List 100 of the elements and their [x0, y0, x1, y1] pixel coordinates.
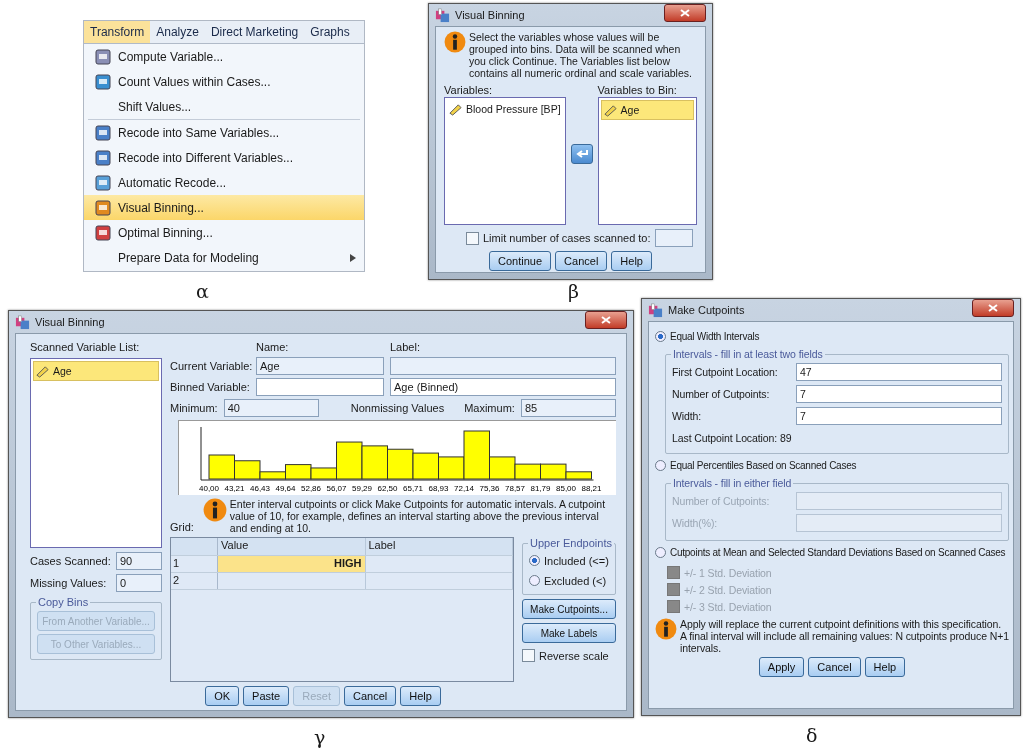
window-title: Make Cutpoints	[668, 304, 746, 316]
checkbox[interactable]	[522, 649, 535, 662]
field-label: Number of Cutpoints:	[672, 494, 771, 508]
app-icon	[648, 302, 663, 318]
menu-item[interactable]: Recode into Different Variables...	[84, 145, 364, 170]
dialog-button[interactable]: Make Cutpoints...	[522, 599, 616, 619]
field-label: Cases Scanned:	[30, 554, 111, 568]
radio-button[interactable]	[529, 575, 540, 586]
info-text: Enter interval cutpoints or click Make Cutpoints for automatic intervals. A cutpoint value of 10, for example, defines an interval starting above the previous interval and ending at 10.	[229, 498, 607, 534]
dialog-button[interactable]: Help	[611, 251, 652, 271]
ruler-icon	[36, 364, 49, 378]
axis-label: 68,93	[428, 484, 449, 493]
input-field[interactable]: 7	[796, 385, 1002, 403]
menu-item[interactable]: Optimal Binning...	[84, 220, 364, 245]
dialog-button[interactable]: Make Labels	[522, 623, 616, 643]
dialog-button[interactable]: Help	[864, 657, 906, 677]
menu-item[interactable]: Automatic Recode...	[84, 170, 364, 195]
menu-item[interactable]: Visual Binning...	[84, 195, 364, 220]
tool-icon	[95, 149, 111, 166]
close-button[interactable]	[585, 311, 627, 329]
ruler-icon	[603, 103, 617, 117]
axis-label: 40,00	[199, 484, 219, 493]
radio-label: Equal Percentiles Based on Scanned Cases	[670, 458, 857, 473]
input-field[interactable]: 7	[796, 407, 1002, 425]
figure-caption: α	[196, 280, 209, 302]
input-field[interactable]: 40	[223, 399, 319, 417]
list-item[interactable]: Age	[600, 100, 694, 120]
checkbox[interactable]	[466, 231, 479, 245]
dialog-button[interactable]: Help	[400, 686, 441, 706]
input-field[interactable]: 0	[116, 574, 162, 592]
figure-caption: γ	[314, 726, 326, 748]
menu-item[interactable]: Recode into Same Variables...	[84, 120, 364, 145]
checkbox-label: Reverse scale	[539, 648, 609, 663]
list-item[interactable]: Blood Pressure [BP]	[447, 100, 563, 118]
group-title: Intervals - fill in either field	[671, 476, 794, 490]
app-icon	[435, 7, 450, 23]
menu-item[interactable]: Prepare Data for Modeling	[84, 245, 364, 270]
input-field[interactable]: Age (Binned)	[390, 378, 616, 396]
axis-label: 78,57	[505, 484, 525, 493]
submenu-arrow-icon	[350, 253, 356, 262]
input-field[interactable]	[256, 378, 384, 396]
list-label: Variables to Bin:	[597, 83, 678, 97]
radio-button[interactable]	[529, 555, 540, 566]
group-title: Intervals - fill in at least two fields	[671, 347, 825, 361]
histogram-bar	[208, 454, 235, 480]
axis-label: 75,36	[479, 484, 500, 493]
variable-list[interactable]: Age	[597, 97, 697, 225]
radio-label: Equal Width Intervals	[670, 329, 760, 344]
menu-item[interactable]: Shift Values...	[84, 94, 364, 119]
list-label: Scanned Variable List:	[30, 340, 141, 354]
close-icon	[988, 304, 998, 312]
field-label: Number of Cutpoints:	[672, 387, 771, 401]
axis-label: 72,14	[454, 484, 474, 493]
field-label: Current Variable:	[170, 359, 250, 373]
input-field[interactable]	[390, 357, 616, 375]
input-field[interactable]: 47	[796, 363, 1002, 381]
close-button[interactable]	[972, 299, 1014, 317]
axis-label: 65,71	[403, 484, 423, 493]
info-icon	[202, 498, 227, 522]
axis-label: 85,00	[556, 484, 576, 493]
figure-caption: δ	[806, 724, 818, 746]
menu-bar-item[interactable]: Analyze	[150, 21, 205, 43]
radio-label: Excluded (<)	[544, 573, 607, 588]
dialog-button[interactable]: Paste	[243, 686, 290, 706]
menu-item[interactable]: Count Values within Cases...	[84, 69, 364, 94]
input-field[interactable]: 85	[520, 399, 616, 417]
axis-label: 46,43	[250, 484, 270, 493]
input-field[interactable]: Age	[256, 357, 384, 375]
histogram-bar	[412, 452, 439, 480]
input-field[interactable]	[654, 229, 693, 247]
radio-label: Included (<=)	[544, 553, 609, 568]
axis-label: 49,64	[275, 484, 296, 493]
dialog-button[interactable]: Cancel	[343, 686, 397, 706]
window-title: Visual Binning	[455, 9, 526, 21]
tool-icon	[95, 199, 111, 216]
variable-list[interactable]: Blood Pressure [BP]	[444, 97, 566, 225]
dialog-button[interactable]: Apply	[758, 657, 805, 677]
field-label: Minimum:	[170, 401, 218, 415]
radio-button[interactable]	[655, 331, 666, 342]
menu-item[interactable]: Compute Variable...	[84, 44, 364, 69]
variable-list[interactable]: Age	[30, 358, 162, 548]
axis-label: 62,50	[377, 484, 398, 493]
figure-caption: β	[568, 280, 579, 302]
checkbox-label: +/- 1 Std. Deviation	[684, 565, 772, 580]
field-label: Width:	[672, 409, 703, 423]
info-text: Select the variables whose values will be grouped into bins. Data will be scanned when you click Continue. The Variables list below contains all numeric ordinal and scale variables.	[469, 31, 693, 79]
menu-bar-item[interactable]: Transform	[84, 21, 151, 43]
menu-bar-item[interactable]: Direct Marketing	[204, 21, 305, 43]
dialog-button[interactable]: Continue	[489, 251, 552, 271]
table-cell[interactable]: HIGH	[218, 556, 366, 572]
dialog-button[interactable]: Cancel	[555, 251, 608, 271]
list-item[interactable]: Age	[33, 361, 159, 381]
close-button[interactable]	[664, 4, 706, 22]
field-label: Width(%):	[672, 516, 719, 530]
dialog-button[interactable]: OK	[205, 686, 240, 706]
menu-bar-item[interactable]: Graphs	[304, 21, 356, 43]
input-field[interactable]: 90	[116, 552, 162, 570]
dialog-button[interactable]: Cancel	[808, 657, 861, 677]
move-arrow-button[interactable]	[570, 144, 593, 164]
list-label: Variables:	[444, 83, 494, 97]
